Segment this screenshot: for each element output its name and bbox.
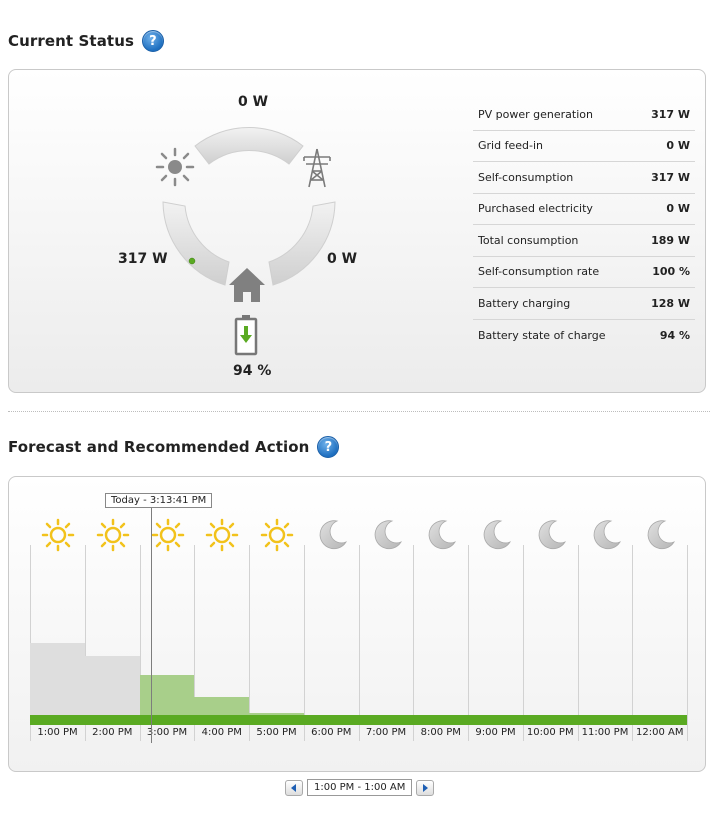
moon-icon [534,518,568,552]
help-icon[interactable]: ? [317,436,340,458]
slot-divider [249,545,250,741]
metric-row: Battery state of charge 94 % [473,320,695,352]
forecast-panel: 1:00 PM 2:00 PM 3:00 PM 4:00 PM 5:00 PM 6:00 … [8,476,706,772]
house-flow-value: 0 W [327,251,358,267]
slot-divider [413,545,415,741]
section-divider [8,411,710,412]
slot-divider [577,545,579,741]
moon-icon [589,518,623,552]
battery-icon [234,315,258,356]
metric-row: Self-consumption rate 100 % [473,257,695,288]
house-icon [229,268,265,302]
metric-row: Battery charging 128 W [473,288,695,320]
time-label: 1:00 PM [37,727,78,738]
recommended-action-baseline [30,715,687,725]
metric-value: 189 W [651,233,690,247]
sun-icon [96,518,130,552]
metric-value: 0 W [666,139,690,153]
forecast-surplus-bar [194,697,249,715]
time-range-label: 1:00 PM - 1:00 AM [307,779,413,796]
metric-value: 94 % [659,328,690,342]
slot-divider [358,545,360,741]
time-label: 4:00 PM [201,727,242,738]
metric-value: 128 W [651,296,690,310]
current-time-marker [151,505,152,743]
moon-icon [370,518,404,552]
metric-label: Self-consumption rate [478,265,600,279]
forecast-heading: Forecast and Recommended Action ? [8,436,340,458]
sun-icon [260,518,294,552]
help-icon[interactable]: ? [142,30,164,52]
time-label: 2:00 PM [92,727,133,738]
metric-row: Grid feed-in 0 W [473,131,695,162]
battery-soc-value: 94 % [233,363,272,379]
slot-divider [468,545,469,741]
metric-label: Total consumption [478,233,579,247]
metric-value: 100 % [652,265,690,279]
pv-sun-icon [155,147,195,187]
current-status-heading: Current Status ? [8,30,164,52]
metric-label: PV power generation [478,107,593,121]
time-label: 3:00 PM [146,727,188,738]
slot-divider [687,545,688,741]
time-label: 7:00 PM [365,727,407,738]
metric-value: 317 W [651,170,690,184]
time-label: 12:00 AM [636,727,684,738]
forecast-consumption-bar [84,655,140,715]
metric-value: 317 W [651,107,690,121]
metric-label: Battery state of charge [478,328,606,342]
forecast-title: Forecast and Recommended Action [8,438,310,456]
current-status-title: Current Status [8,32,134,50]
moon-icon [643,518,677,552]
arrow-left-icon [291,783,296,792]
moon-icon [424,518,458,552]
time-label: 9:00 PM [475,727,516,738]
time-label: 8:00 PM [420,727,461,738]
forecast-pager: 1:00 PM - 1:00 AM [285,779,435,796]
time-label: 11:00 PM [581,727,629,738]
moon-icon [315,518,349,552]
metric-row: PV power generation 317 W [473,99,695,131]
previous-range-button[interactable] [285,779,303,796]
next-range-button[interactable] [416,779,435,796]
sun-icon [151,518,185,552]
grid-flow-arc [194,127,304,165]
metric-label: Self-consumption [478,170,574,184]
metric-label: Battery charging [478,296,571,310]
time-label: 6:00 PM [311,727,352,738]
slot-divider [632,545,634,741]
grid-flow-value: 0 W [238,94,269,110]
pv-flow-arc [162,201,230,286]
metric-value: 0 W [666,202,690,216]
metric-label: Grid feed-in [478,139,543,153]
metric-label: Purchased electricity [478,202,593,216]
pv-flow-value: 317 W [118,251,168,267]
current-status-panel: 0 W 317 W 0 W 94 % PV power generation 3… [8,69,706,393]
metric-row: Total consumption 189 W [473,225,695,257]
metric-row: Purchased electricity 0 W [473,194,695,225]
grid-pylon-icon [303,148,331,188]
flow-indicator-dot [188,257,196,265]
current-time-label: Today - 3:13:41 PM [105,493,213,508]
house-flow-arc [268,201,336,286]
forecast-surplus-bar [139,675,195,715]
time-label: 10:00 PM [526,727,574,738]
slot-divider [303,545,305,741]
forecast-consumption-bar [30,643,85,715]
sun-icon [205,518,239,552]
sun-icon [41,518,75,552]
moon-icon [479,518,513,552]
metric-row: Self-consumption 317 W [473,162,695,194]
time-label: 5:00 PM [256,727,297,738]
arrow-right-icon [423,783,429,792]
status-metrics-table: PV power generation 317 W Grid feed-in 0 W S… [473,99,695,351]
slot-divider [522,545,524,741]
